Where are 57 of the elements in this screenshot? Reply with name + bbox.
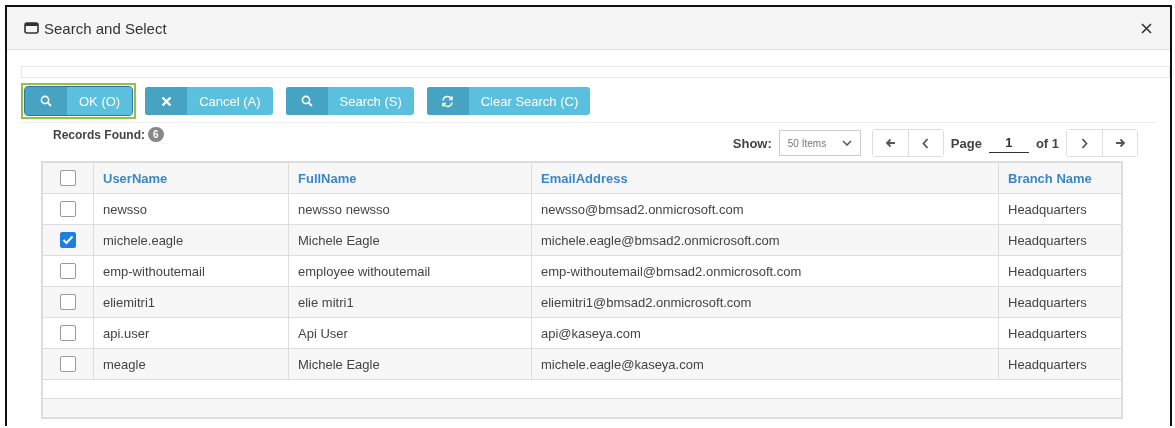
table-cell: eliemitri1@bmsad2.onmicrosoft.com bbox=[541, 294, 752, 310]
table-cell: Headquarters bbox=[1008, 356, 1087, 372]
table-cell: meagle bbox=[103, 356, 146, 372]
chevron-right-icon bbox=[1081, 137, 1088, 149]
arrow-left-icon bbox=[884, 138, 896, 148]
toolbar-button[interactable]: Clear Search (C) bbox=[426, 87, 591, 115]
column-header[interactable]: UserName bbox=[103, 170, 168, 186]
search-icon bbox=[300, 95, 313, 107]
chevron-down-icon bbox=[841, 140, 852, 146]
toolbar-button[interactable]: Cancel (A) bbox=[145, 87, 273, 115]
table-cell: eliemitri1 bbox=[103, 294, 155, 310]
row-checkbox[interactable] bbox=[60, 325, 76, 342]
records-label: Records Found: bbox=[53, 127, 145, 142]
table-cell: employee withoutemail bbox=[298, 263, 431, 279]
row-checkbox[interactable] bbox=[60, 356, 76, 373]
records-count: 6 bbox=[148, 127, 164, 142]
last-page-button[interactable] bbox=[1102, 130, 1137, 156]
select-all-checkbox[interactable] bbox=[60, 170, 76, 187]
column-header[interactable]: FullName bbox=[298, 170, 357, 186]
table-cell: newsso newsso bbox=[298, 201, 390, 217]
toolbar-button[interactable]: OK (O) bbox=[25, 87, 133, 115]
table-cell: emp-withoutemail bbox=[103, 263, 205, 279]
table-cell: Headquarters bbox=[1008, 232, 1087, 248]
table-cell: michele.eagle@bmsad2.onmicrosoft.com bbox=[541, 232, 780, 248]
table-cell: michele.eagle bbox=[103, 232, 184, 248]
refresh-icon bbox=[441, 94, 455, 108]
window-title: Search and Select bbox=[44, 19, 168, 37]
table-cell: emp-withoutemail@bmsad2.onmicrosoft.com bbox=[541, 263, 802, 279]
row-checkbox[interactable] bbox=[60, 201, 76, 218]
table-cell: newsso@bmsad2.onmicrosoft.com bbox=[541, 201, 744, 217]
table-cell: Headquarters bbox=[1008, 263, 1087, 279]
table-cell: Headquarters bbox=[1008, 325, 1087, 341]
toolbar-button[interactable]: Search (S) bbox=[285, 87, 414, 115]
table-cell: newsso bbox=[103, 201, 148, 217]
page-size-select[interactable]: 50 Items bbox=[778, 130, 861, 156]
table-cell: api.user bbox=[103, 325, 150, 341]
column-header[interactable]: EmailAddress bbox=[541, 170, 628, 186]
table-cell: api@kaseya.com bbox=[541, 325, 641, 341]
page-label: Page bbox=[950, 135, 982, 151]
table-cell: Api User bbox=[298, 325, 348, 341]
arrow-right-icon bbox=[1114, 138, 1126, 148]
row-checkbox[interactable] bbox=[60, 263, 76, 280]
table-cell: michele.eagle@kaseya.com bbox=[541, 356, 704, 372]
row-checkbox[interactable] bbox=[60, 232, 76, 249]
table-cell: Headquarters bbox=[1008, 201, 1087, 217]
chevron-left-icon bbox=[922, 137, 930, 149]
close-icon bbox=[160, 95, 172, 107]
show-label: Show: bbox=[732, 135, 772, 151]
table-cell: Michele Eagle bbox=[298, 232, 380, 248]
search-icon bbox=[40, 95, 52, 107]
table-cell: Michele Eagle bbox=[298, 356, 380, 372]
page-total: of 1 bbox=[1035, 135, 1059, 151]
window-icon bbox=[24, 22, 39, 34]
table-cell: elie mitri1 bbox=[298, 294, 354, 310]
table-cell: Headquarters bbox=[1008, 294, 1087, 310]
row-checkbox[interactable] bbox=[60, 294, 76, 311]
close-icon[interactable] bbox=[1141, 22, 1152, 34]
